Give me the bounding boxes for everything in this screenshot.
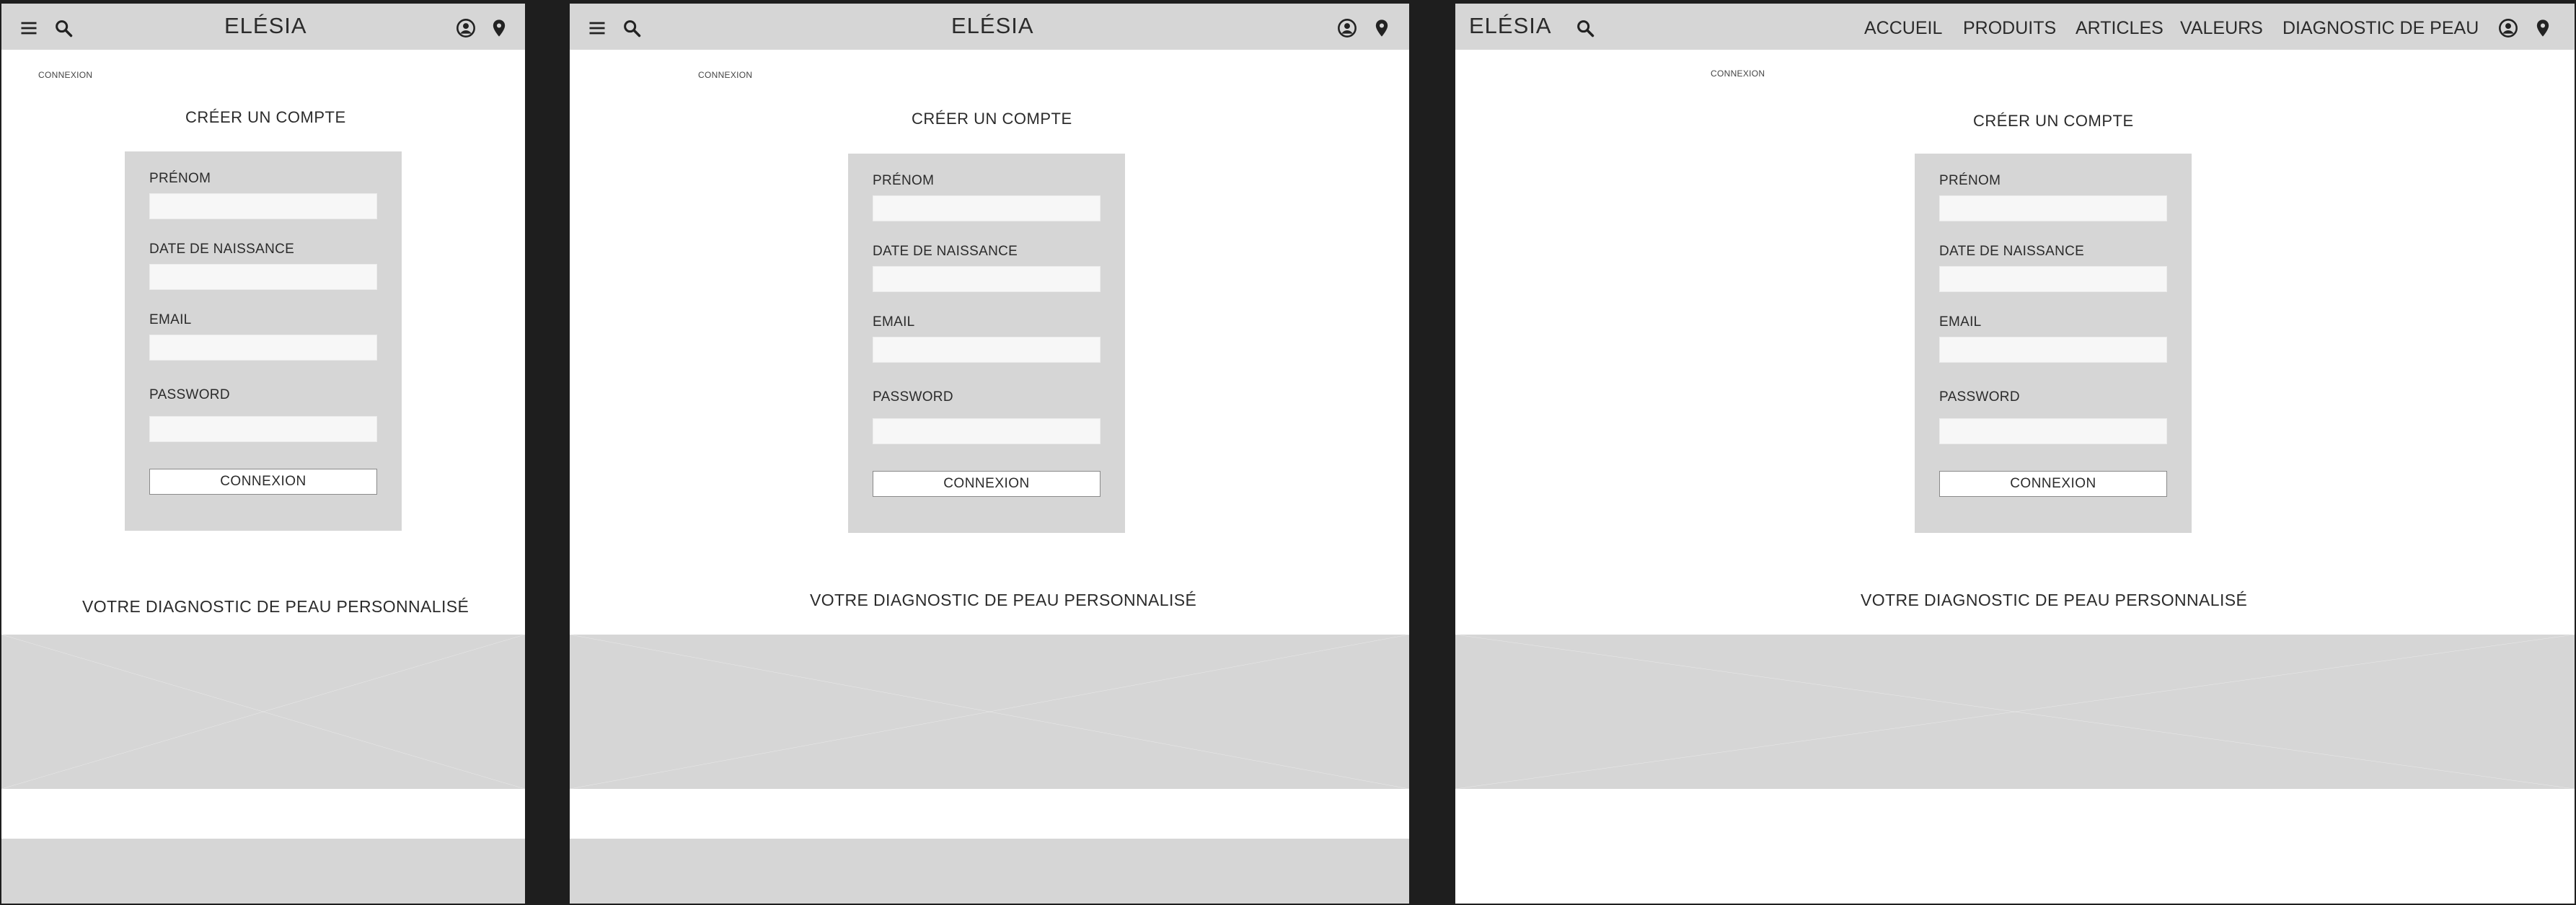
- firstname-label: PRÉNOM: [149, 171, 211, 186]
- tablet-frame: ELÉSIA CONNEXION CRÉER UN COMPTE PRÉNOM …: [570, 4, 1409, 904]
- firstname-input[interactable]: [149, 193, 377, 219]
- account-icon[interactable]: [1337, 18, 1357, 38]
- page-title: CRÉER UN COMPTE: [185, 108, 346, 126]
- nav-item-produits[interactable]: PRODUITS: [1963, 18, 2056, 39]
- desktop-frame: ELÉSIA ACCUEIL PRODUITS ARTICLES VALEURS…: [1455, 4, 2575, 904]
- birthdate-label: DATE DE NAISSANCE: [873, 244, 1018, 259]
- menu-icon[interactable]: [19, 18, 39, 38]
- page-title: CRÉER UN COMPTE: [912, 110, 1072, 128]
- image-placeholder: [570, 635, 1409, 789]
- header: ELÉSIA ACCUEIL PRODUITS ARTICLES VALEURS…: [1455, 4, 2575, 50]
- signup-form: PRÉNOM DATE DE NAISSANCE EMAIL PASSWORD …: [1915, 154, 2192, 533]
- signup-form: PRÉNOM DATE DE NAISSANCE EMAIL PASSWORD …: [125, 151, 402, 531]
- logo[interactable]: ELÉSIA: [951, 13, 1034, 39]
- location-pin-icon[interactable]: [1372, 18, 1392, 38]
- birthdate-input[interactable]: [873, 266, 1100, 292]
- menu-icon[interactable]: [587, 18, 607, 38]
- password-input[interactable]: [1939, 418, 2167, 444]
- search-icon[interactable]: [53, 18, 74, 38]
- diagnostic-heading: VOTRE DIAGNOSTIC DE PEAU PERSONNALISÉ: [82, 597, 469, 616]
- search-icon[interactable]: [622, 18, 642, 38]
- birthdate-input[interactable]: [1939, 266, 2167, 292]
- location-pin-icon[interactable]: [2533, 18, 2553, 38]
- mobile-frame: ELÉSIA CONNEXION CRÉER UN COMPTE PRÉNOM …: [1, 4, 525, 904]
- content-placeholder: [570, 839, 1409, 904]
- page-title: CRÉER UN COMPTE: [1973, 112, 2134, 130]
- email-input[interactable]: [873, 337, 1100, 363]
- wireframe-stage: ELÉSIA CONNEXION CRÉER UN COMPTE PRÉNOM …: [0, 0, 2576, 905]
- diagnostic-heading: VOTRE DIAGNOSTIC DE PEAU PERSONNALISÉ: [810, 591, 1197, 609]
- password-label: PASSWORD: [873, 389, 953, 405]
- header: ELÉSIA: [1, 4, 525, 50]
- logo[interactable]: ELÉSIA: [1469, 13, 1552, 39]
- account-icon[interactable]: [456, 18, 476, 38]
- search-icon[interactable]: [1575, 18, 1595, 38]
- password-label: PASSWORD: [149, 387, 230, 402]
- content-placeholder: [1, 839, 525, 904]
- birthdate-label: DATE DE NAISSANCE: [149, 242, 295, 257]
- account-icon[interactable]: [2498, 18, 2518, 38]
- email-label: EMAIL: [149, 312, 192, 327]
- breadcrumb[interactable]: CONNEXION: [1711, 69, 1765, 79]
- firstname-label: PRÉNOM: [873, 173, 935, 188]
- image-placeholder: [1455, 635, 2575, 789]
- nav-item-accueil[interactable]: ACCUEIL: [1864, 18, 1942, 39]
- birthdate-label: DATE DE NAISSANCE: [1939, 244, 2085, 259]
- firstname-input[interactable]: [873, 195, 1100, 221]
- image-placeholder: [1, 635, 525, 789]
- logo[interactable]: ELÉSIA: [224, 13, 307, 39]
- email-input[interactable]: [1939, 337, 2167, 363]
- firstname-label: PRÉNOM: [1939, 173, 2001, 188]
- nav-item-articles[interactable]: ARTICLES: [2076, 18, 2163, 39]
- password-label: PASSWORD: [1939, 389, 2020, 405]
- email-label: EMAIL: [873, 314, 915, 330]
- connexion-button[interactable]: CONNEXION: [149, 469, 377, 495]
- header: ELÉSIA: [570, 4, 1409, 50]
- firstname-input[interactable]: [1939, 195, 2167, 221]
- connexion-button[interactable]: CONNEXION: [873, 471, 1100, 497]
- email-label: EMAIL: [1939, 314, 1982, 330]
- diagnostic-heading: VOTRE DIAGNOSTIC DE PEAU PERSONNALISÉ: [1861, 591, 2248, 609]
- breadcrumb[interactable]: CONNEXION: [38, 70, 92, 80]
- password-input[interactable]: [873, 418, 1100, 444]
- breadcrumb[interactable]: CONNEXION: [698, 70, 752, 80]
- birthdate-input[interactable]: [149, 264, 377, 290]
- connexion-button[interactable]: CONNEXION: [1939, 471, 2167, 497]
- signup-form: PRÉNOM DATE DE NAISSANCE EMAIL PASSWORD …: [848, 154, 1125, 533]
- password-input[interactable]: [149, 416, 377, 442]
- nav-item-diagnostic[interactable]: DIAGNOSTIC DE PEAU: [2282, 18, 2479, 39]
- location-pin-icon[interactable]: [489, 18, 509, 38]
- email-input[interactable]: [149, 335, 377, 361]
- nav-item-valeurs[interactable]: VALEURS: [2180, 18, 2263, 39]
